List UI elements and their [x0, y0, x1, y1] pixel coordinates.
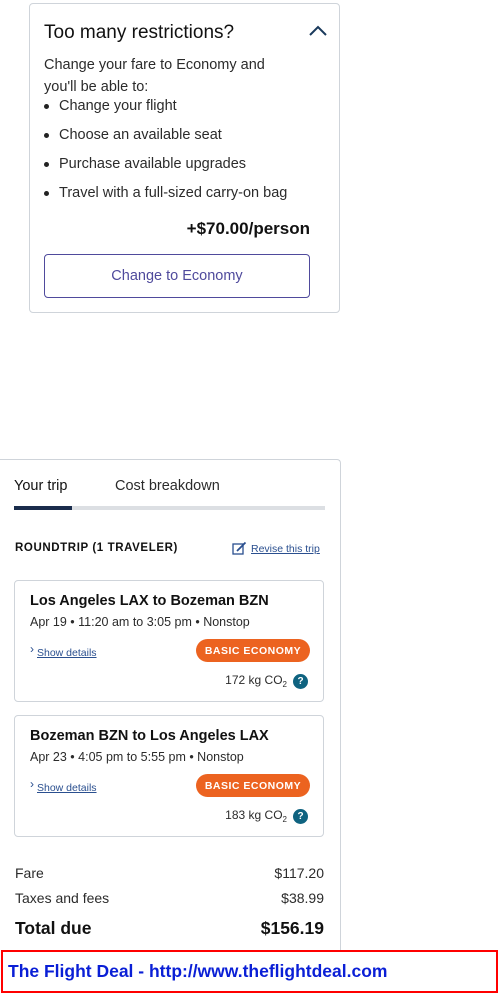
flight-card-outbound: Los Angeles LAX to Bozeman BZN Apr 19 • …: [14, 580, 324, 702]
total-row: Total due $156.19: [15, 918, 324, 939]
show-details-label: Show details: [37, 647, 97, 659]
fare-row: Fare $117.20: [15, 865, 324, 881]
taxes-label: Taxes and fees: [15, 890, 110, 906]
co2-emissions: 172 kg CO2 ?: [225, 673, 308, 689]
benefit-item: Change your flight: [44, 95, 287, 124]
question-icon[interactable]: ?: [293, 673, 308, 689]
trip-summary-panel: Your trip Cost breakdown ROUNDTRIP (1 TR…: [0, 459, 341, 959]
show-details-link[interactable]: › Show details: [30, 777, 97, 794]
taxes-row: Taxes and fees $38.99: [15, 890, 324, 906]
upgrade-price: +$70.00/person: [186, 219, 310, 238]
restrictions-intro: Change your fare to Economy and you'll b…: [44, 57, 265, 95]
co2-emissions: 183 kg CO2 ?: [225, 808, 308, 824]
flight-route: Los Angeles LAX to Bozeman BZN: [30, 593, 269, 609]
benefit-item: Purchase available upgrades: [44, 153, 287, 182]
benefits-list: Change your flight Choose an available s…: [44, 95, 287, 211]
upgrade-restrictions-card: Too many restrictions? Change your fare …: [29, 3, 340, 313]
flight-times: Apr 23 • 4:05 pm to 5:55 pm • Nonstop: [30, 750, 244, 764]
trip-type-heading: ROUNDTRIP (1 TRAVELER): [15, 542, 178, 554]
tab-cost-breakdown[interactable]: Cost breakdown: [115, 478, 220, 494]
tab-your-trip[interactable]: Your trip: [14, 478, 67, 494]
chevron-right-icon: ›: [30, 642, 34, 656]
co2-value: 172 kg CO2: [225, 673, 287, 689]
taxes-value: $38.99: [281, 890, 324, 906]
total-value: $156.19: [260, 918, 324, 938]
benefit-item: Travel with a full-sized carry-on bag: [44, 182, 287, 211]
fare-class-badge: BASIC ECONOMY: [196, 774, 310, 797]
total-label: Total due: [15, 918, 92, 938]
flight-card-return: Bozeman BZN to Los Angeles LAX Apr 23 • …: [14, 715, 324, 837]
watermark-banner: The Flight Deal - http://www.theflightde…: [1, 950, 498, 993]
revise-trip-label: Revise this trip: [251, 542, 320, 555]
chevron-right-icon: ›: [30, 777, 34, 791]
restrictions-title: Too many restrictions?: [44, 22, 235, 43]
flight-route: Bozeman BZN to Los Angeles LAX: [30, 728, 269, 744]
fare-class-badge: BASIC ECONOMY: [196, 639, 310, 662]
chevron-up-icon[interactable]: [307, 24, 329, 38]
show-details-link[interactable]: › Show details: [30, 642, 97, 659]
trip-tabs: Your trip Cost breakdown: [14, 478, 325, 510]
change-to-economy-button[interactable]: Change to Economy: [44, 254, 310, 298]
co2-value: 183 kg CO2: [225, 808, 287, 824]
flight-times: Apr 19 • 11:20 am to 3:05 pm • Nonstop: [30, 615, 250, 629]
fare-label: Fare: [15, 865, 44, 881]
question-icon[interactable]: ?: [293, 808, 308, 824]
benefit-item: Choose an available seat: [44, 124, 287, 153]
revise-trip-link[interactable]: Revise this trip: [232, 541, 320, 556]
show-details-label: Show details: [37, 782, 97, 794]
fare-value: $117.20: [274, 865, 324, 881]
edit-icon: [232, 541, 247, 555]
tab-active-indicator: [14, 506, 72, 510]
